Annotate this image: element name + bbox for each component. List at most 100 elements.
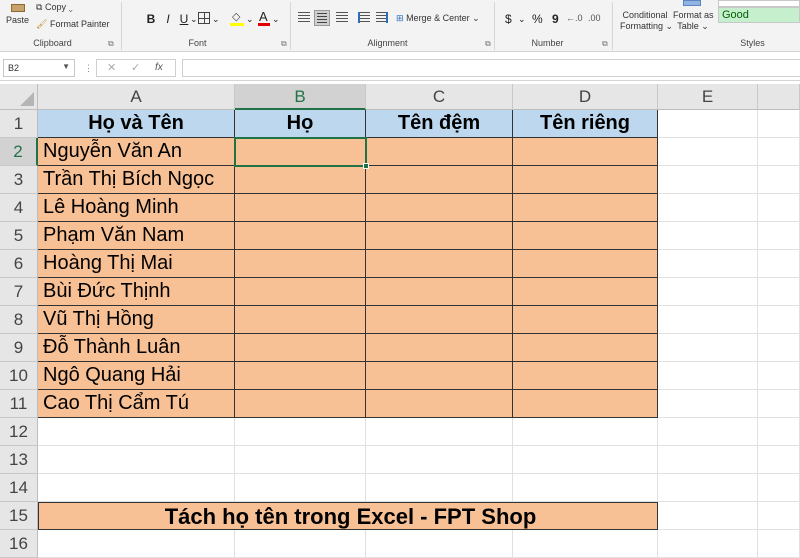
row-header-14[interactable]: 14 <box>0 474 38 502</box>
cancel-icon[interactable]: ✕ <box>107 61 116 74</box>
cell-a1[interactable]: Họ và Tên <box>38 110 235 138</box>
cell-a9[interactable]: Đỗ Thành Luân <box>38 334 235 362</box>
insert-function-icon[interactable]: fx <box>155 62 163 73</box>
cell-f1[interactable] <box>758 110 800 138</box>
banner-cell[interactable]: Tách họ tên trong Excel - FPT Shop <box>38 502 658 530</box>
cell-c14[interactable] <box>366 474 513 502</box>
cell-a8[interactable]: Vũ Thị Hồng <box>38 306 235 334</box>
fill-color-icon[interactable]: ◇ <box>230 10 244 26</box>
cell-b12[interactable] <box>235 418 366 446</box>
cell-b3[interactable] <box>235 166 366 194</box>
row-header-4[interactable]: 4 <box>0 194 38 222</box>
cell-c9[interactable] <box>366 334 513 362</box>
name-box[interactable]: B2 ▼ <box>3 59 75 77</box>
cell-e3[interactable] <box>658 166 758 194</box>
italic-button[interactable]: I <box>162 11 174 27</box>
cell-e12[interactable] <box>658 418 758 446</box>
column-header-a[interactable]: A <box>38 84 235 110</box>
cell-d10[interactable] <box>513 362 658 390</box>
cell-c12[interactable] <box>366 418 513 446</box>
merge-center-dropdown-icon[interactable]: ⌄ <box>472 13 480 23</box>
cell-e5[interactable] <box>658 222 758 250</box>
cell-b10[interactable] <box>235 362 366 390</box>
cell-c2[interactable] <box>366 138 513 166</box>
row-header-3[interactable]: 3 <box>0 166 38 194</box>
row-header-7[interactable]: 7 <box>0 278 38 306</box>
row-header-6[interactable]: 6 <box>0 250 38 278</box>
cell-b4[interactable] <box>235 194 366 222</box>
fill-color-dropdown-icon[interactable]: ⌄ <box>246 11 254 27</box>
cell-b9[interactable] <box>235 334 366 362</box>
cell-a5[interactable]: Phạm Văn Nam <box>38 222 235 250</box>
align-left-icon[interactable] <box>298 12 310 23</box>
cell-d12[interactable] <box>513 418 658 446</box>
font-launcher-icon[interactable]: ⧉ <box>281 39 287 49</box>
cell-e1[interactable] <box>658 110 758 138</box>
cell-f4[interactable] <box>758 194 800 222</box>
cell-d14[interactable] <box>513 474 658 502</box>
cell-e11[interactable] <box>658 390 758 418</box>
column-header-c[interactable]: C <box>366 84 513 110</box>
column-header-b[interactable]: B <box>235 84 366 110</box>
name-box-dropdown-icon[interactable]: ▼ <box>62 62 70 71</box>
alignment-launcher-icon[interactable]: ⧉ <box>485 39 491 49</box>
cell-d6[interactable] <box>513 250 658 278</box>
row-header-11[interactable]: 11 <box>0 390 38 418</box>
enter-icon[interactable]: ✓ <box>131 61 140 74</box>
column-header-f[interactable] <box>758 84 800 110</box>
row-header-8[interactable]: 8 <box>0 306 38 334</box>
row-header-12[interactable]: 12 <box>0 418 38 446</box>
cell-b6[interactable] <box>235 250 366 278</box>
cell-c10[interactable] <box>366 362 513 390</box>
cell-e2[interactable] <box>658 138 758 166</box>
cell-e4[interactable] <box>658 194 758 222</box>
cell-e14[interactable] <box>658 474 758 502</box>
cell-b13[interactable] <box>235 446 366 474</box>
cell-c1[interactable]: Tên đệm <box>366 110 513 138</box>
row-header-13[interactable]: 13 <box>0 446 38 474</box>
cell-f6[interactable] <box>758 250 800 278</box>
cell-c3[interactable] <box>366 166 513 194</box>
cell-e10[interactable] <box>658 362 758 390</box>
cell-d7[interactable] <box>513 278 658 306</box>
row-header-15[interactable]: 15 <box>0 502 38 530</box>
currency-button[interactable]: $ <box>505 11 512 27</box>
cell-f10[interactable] <box>758 362 800 390</box>
cell-b1[interactable]: Họ <box>235 110 366 138</box>
decrease-indent-icon[interactable] <box>358 12 370 23</box>
clipboard-launcher-icon[interactable]: ⧉ <box>108 39 114 49</box>
cell-f9[interactable] <box>758 334 800 362</box>
cell-a6[interactable]: Hoàng Thị Mai <box>38 250 235 278</box>
row-header-5[interactable]: 5 <box>0 222 38 250</box>
fill-handle[interactable] <box>363 163 369 169</box>
cell-f15[interactable] <box>758 502 800 530</box>
formula-bar-grip-icon[interactable]: ⋮ <box>84 63 93 74</box>
cell-e6[interactable] <box>658 250 758 278</box>
cell-b8[interactable] <box>235 306 366 334</box>
cell-d13[interactable] <box>513 446 658 474</box>
increase-decimal-icon[interactable]: ←.0 <box>566 13 583 23</box>
copy-dropdown-icon[interactable]: ⌄ <box>68 2 72 12</box>
cell-d2[interactable] <box>513 138 658 166</box>
font-color-dropdown-icon[interactable]: ⌄ <box>272 11 280 27</box>
cell-d3[interactable] <box>513 166 658 194</box>
cell-c8[interactable] <box>366 306 513 334</box>
cell-e13[interactable] <box>658 446 758 474</box>
row-header-1[interactable]: 1 <box>0 110 38 138</box>
cell-c7[interactable] <box>366 278 513 306</box>
decrease-decimal-icon[interactable]: .00 <box>588 13 601 23</box>
percent-button[interactable]: % <box>532 11 543 27</box>
increase-indent-icon[interactable] <box>376 12 388 23</box>
cell-c5[interactable] <box>366 222 513 250</box>
cell-e8[interactable] <box>658 306 758 334</box>
cell-a12[interactable] <box>38 418 235 446</box>
align-right-icon[interactable] <box>336 12 348 23</box>
cell-e7[interactable] <box>658 278 758 306</box>
currency-dropdown-icon[interactable]: ⌄ <box>518 11 526 27</box>
cell-b2[interactable] <box>235 138 366 166</box>
cell-a13[interactable] <box>38 446 235 474</box>
cell-a14[interactable] <box>38 474 235 502</box>
underline-dropdown-icon[interactable]: ⌄ <box>190 11 198 27</box>
align-center-icon[interactable] <box>314 10 330 26</box>
cell-d9[interactable] <box>513 334 658 362</box>
